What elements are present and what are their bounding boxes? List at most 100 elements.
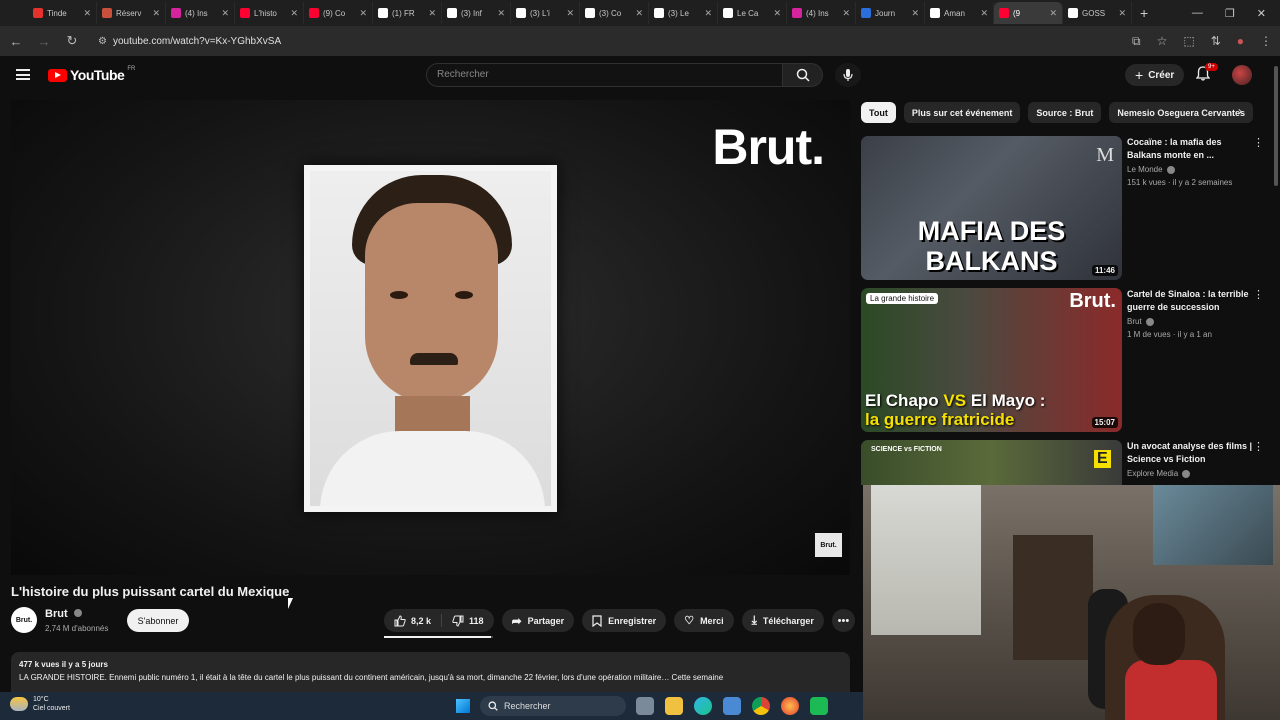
profile-icon[interactable]: ● (1237, 34, 1244, 48)
channel-name[interactable]: Brut (45, 608, 82, 620)
new-tab-button[interactable]: + (1132, 5, 1156, 21)
url-field[interactable]: ⚙ youtube.com/watch?v=Kx-YGhbXvSA (98, 36, 281, 47)
channel-avatar[interactable]: Brut. (11, 607, 37, 633)
browser-tab[interactable]: (3) Co ✕ (580, 2, 649, 24)
browser-tab[interactable]: (9) Co ✕ (304, 2, 373, 24)
like-button[interactable]: 8,2 k (384, 609, 441, 632)
extensions-icon[interactable]: ⬚ (1183, 34, 1194, 48)
recommended-title[interactable]: Cartel de Sinaloa : la terrible guerre d… (1127, 288, 1253, 314)
dislike-button[interactable]: 118 (442, 609, 494, 632)
recommended-channel[interactable]: Explore Media (1127, 469, 1191, 478)
account-avatar[interactable] (1232, 65, 1252, 85)
close-tab-icon[interactable]: ✕ (980, 8, 988, 19)
chip-source[interactable]: Source : Brut (1028, 102, 1102, 123)
bookmark-star-icon[interactable]: ☆ (1157, 34, 1168, 48)
windows-start-icon[interactable] (456, 699, 470, 713)
menu-hamburger-icon[interactable] (16, 69, 30, 80)
video-thumbnail[interactable]: M MAFIA DES BALKANS 11:46 (861, 136, 1122, 280)
browser-tab[interactable]: Journ ✕ (856, 2, 925, 24)
close-tab-icon[interactable]: ✕ (221, 8, 229, 19)
video-description[interactable]: 477 k vues il y a 5 jours LA GRANDE HIST… (11, 652, 850, 692)
tab-search-icon[interactable]: ⇅ (1211, 34, 1221, 48)
close-tab-icon[interactable]: ✕ (290, 8, 298, 19)
video-thumbnail[interactable]: La grande histoire Brut. El Chapo VS El … (861, 288, 1122, 432)
chevron-right-icon[interactable]: › (1238, 104, 1242, 118)
forward-icon[interactable]: → (36, 34, 52, 49)
cloud-sun-icon (10, 697, 28, 711)
more-vertical-icon[interactable]: ⋮ (1253, 440, 1264, 453)
more-vertical-icon[interactable]: ⋮ (1253, 136, 1264, 149)
more-vertical-icon[interactable]: ⋮ (1253, 288, 1264, 301)
recommended-channel[interactable]: Brut (1127, 317, 1154, 326)
page-scrollbar[interactable] (1274, 66, 1278, 186)
youtube-logo[interactable]: YouTube FR (48, 66, 135, 83)
recommended-video[interactable]: M MAFIA DES BALKANS 11:46 Cocaïne : la m… (861, 136, 1266, 280)
site-info-icon[interactable]: ⚙ (98, 36, 107, 47)
close-tab-icon[interactable]: ✕ (704, 8, 712, 19)
browser-tab[interactable]: (3) Inf ✕ (442, 2, 511, 24)
weather-widget[interactable]: 10°C Ciel couvert (10, 695, 70, 713)
browser-tab[interactable]: Tinde ✕ (28, 2, 97, 24)
close-tab-icon[interactable]: ✕ (428, 8, 436, 19)
download-button[interactable]: ⤓ Télécharger (741, 609, 824, 632)
voice-search-button[interactable] (835, 63, 861, 87)
video-thumbnail[interactable]: SCIENCE vs FICTION E (861, 440, 1122, 485)
close-tab-icon[interactable]: ✕ (566, 8, 574, 19)
browser-tab[interactable]: GOSS ✕ (1063, 2, 1132, 24)
close-tab-icon[interactable]: ✕ (359, 8, 367, 19)
close-window-icon[interactable]: ✕ (1257, 7, 1266, 20)
maximize-icon[interactable]: ❐ (1225, 7, 1235, 20)
close-tab-icon[interactable]: ✕ (152, 8, 160, 19)
close-tab-icon[interactable]: ✕ (842, 8, 850, 19)
browser-tab[interactable]: Le Ca ✕ (718, 2, 787, 24)
close-tab-icon[interactable]: ✕ (773, 8, 781, 19)
subscribe-button[interactable]: S'abonner (127, 609, 189, 632)
store-icon[interactable] (723, 697, 741, 715)
save-button[interactable]: Enregistrer (582, 609, 667, 632)
close-tab-icon[interactable]: ✕ (1049, 8, 1057, 19)
search-input[interactable]: Rechercher (426, 63, 783, 87)
browser-menu-icon[interactable]: ⋮ (1260, 34, 1272, 48)
close-tab-icon[interactable]: ✕ (1118, 8, 1126, 19)
thanks-button[interactable]: ♡ Merci (674, 609, 734, 632)
taskbar-search[interactable]: Rechercher (480, 696, 626, 716)
more-actions-button[interactable]: ••• (831, 609, 855, 632)
browser-tab[interactable]: L'histo ✕ (235, 2, 304, 24)
minimize-icon[interactable]: — (1192, 7, 1203, 19)
create-button[interactable]: + Créer (1125, 64, 1185, 86)
recommended-video[interactable]: SCIENCE vs FICTION E Un avocat analyse d… (861, 440, 1266, 485)
browser-tab[interactable]: (4) Ins ✕ (166, 2, 235, 24)
recommended-title[interactable]: Un avocat analyse des films | Science vs… (1127, 440, 1253, 466)
chrome-icon[interactable] (752, 697, 770, 715)
recommended-title[interactable]: Cocaïne : la mafia des Balkans monte en … (1127, 136, 1253, 162)
browser-tab[interactable]: (9 ✕ (994, 2, 1063, 24)
chip-all[interactable]: Tout (861, 102, 896, 123)
browser-tab[interactable]: Réserv ✕ (97, 2, 166, 24)
close-tab-icon[interactable]: ✕ (83, 8, 91, 19)
file-explorer-icon[interactable] (665, 697, 683, 715)
browser-tab[interactable]: Aman ✕ (925, 2, 994, 24)
close-tab-icon[interactable]: ✕ (497, 8, 505, 19)
browser-tab[interactable]: (3) Le ✕ (649, 2, 718, 24)
browser-tab[interactable]: (3) L'i ✕ (511, 2, 580, 24)
tab-favicon-icon (792, 8, 802, 18)
recommended-channel-name: Explore Media (1127, 469, 1179, 478)
video-player[interactable]: Brut. Brut. (11, 100, 850, 575)
chip-topic[interactable]: Nemesio Oseguera Cervantes (1109, 102, 1253, 123)
search-button[interactable] (783, 63, 823, 87)
task-view-icon[interactable] (636, 697, 654, 715)
browser-tab[interactable]: (1) FR ✕ (373, 2, 442, 24)
install-app-icon[interactable]: ⧉ (1132, 34, 1141, 49)
close-tab-icon[interactable]: ✕ (635, 8, 643, 19)
edge-icon[interactable] (694, 697, 712, 715)
reload-icon[interactable]: ↻ (64, 33, 80, 49)
recommended-channel[interactable]: Le Monde (1127, 165, 1175, 174)
back-icon[interactable]: ← (8, 34, 24, 49)
firefox-icon[interactable] (781, 697, 799, 715)
chip-more-on-event[interactable]: Plus sur cet événement (903, 102, 1021, 123)
recommended-video[interactable]: La grande histoire Brut. El Chapo VS El … (861, 288, 1266, 432)
xbox-icon[interactable] (810, 697, 828, 715)
browser-tab[interactable]: (4) Ins ✕ (787, 2, 856, 24)
close-tab-icon[interactable]: ✕ (911, 8, 919, 19)
share-button[interactable]: ➦ Partager (501, 609, 575, 632)
